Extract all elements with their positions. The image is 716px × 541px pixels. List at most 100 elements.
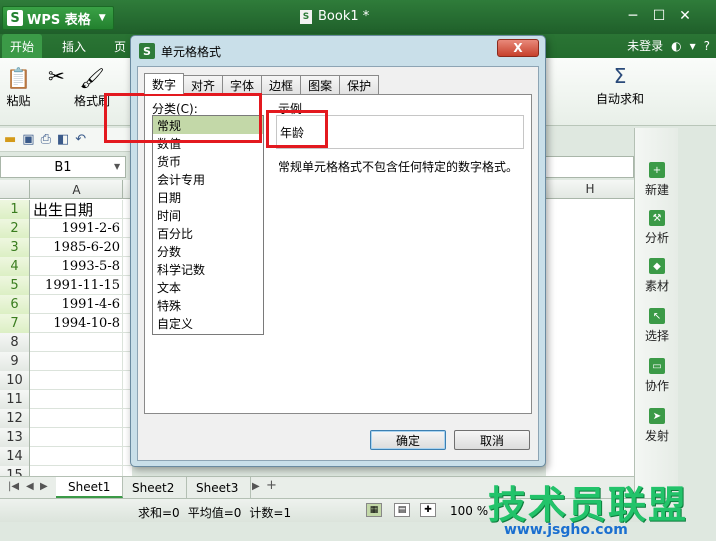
sheet-tab-1[interactable]: Sheet1	[56, 477, 124, 498]
page-break-icon[interactable]: ✚	[420, 503, 436, 517]
taskpane-select[interactable]: ↖ 选择	[635, 308, 679, 344]
tab-font[interactable]: 字体	[222, 75, 263, 94]
dialog-close-button[interactable]: X	[497, 39, 539, 57]
category-item[interactable]: 百分比	[153, 224, 263, 242]
taskpane-collab[interactable]: ▭ 协作	[635, 358, 679, 394]
category-list[interactable]: 常规 数值 货币 会计专用 日期 时间 百分比 分数 科学记数 文本 特殊 自定义	[152, 115, 264, 335]
folder-icon[interactable]: ▬	[4, 132, 16, 147]
row-number[interactable]: 11	[0, 390, 30, 409]
row-number[interactable]: 4	[0, 257, 30, 276]
table-cell[interactable]	[31, 447, 123, 466]
category-item[interactable]: 特殊	[153, 296, 263, 314]
tab-protection[interactable]: 保护	[339, 75, 380, 94]
row-number[interactable]: 9	[0, 352, 30, 371]
autosum-label: 自动求和	[596, 92, 645, 106]
category-item[interactable]: 会计专用	[153, 170, 263, 188]
row-number[interactable]: 13	[0, 428, 30, 447]
row-number[interactable]: 12	[0, 409, 30, 428]
skin-icon[interactable]: ◐	[671, 39, 681, 53]
sheet-tab-2[interactable]: Sheet2	[120, 477, 188, 498]
category-item[interactable]: 自定义	[153, 314, 263, 332]
table-cell[interactable]	[31, 352, 123, 371]
table-cell[interactable]: 1991-11-15	[31, 276, 123, 295]
column-a-header[interactable]: A	[31, 180, 123, 199]
cut-button[interactable]: ✂	[48, 62, 65, 90]
taskpane-material[interactable]: ◆ 素材	[635, 258, 679, 294]
table-cell[interactable]: 1994-10-8	[31, 314, 123, 333]
chevron-down-icon[interactable]: ▼	[114, 162, 120, 171]
menu-insert[interactable]: 插入	[54, 34, 94, 58]
scroll-right-icon[interactable]: ▶	[252, 481, 260, 492]
prev-sheet-icon[interactable]: ◀	[26, 481, 34, 492]
dropdown-icon[interactable]: ▾	[690, 39, 696, 53]
taskpane-select-label: 选择	[644, 329, 669, 343]
name-box[interactable]: B1	[0, 156, 126, 178]
table-cell[interactable]: 1993-5-8	[31, 257, 123, 276]
category-item[interactable]: 日期	[153, 188, 263, 206]
table-cell[interactable]: 1991-4-6	[31, 295, 123, 314]
spreadsheet-grid-right[interactable]	[546, 180, 634, 476]
login-link[interactable]: 未登录	[627, 37, 663, 54]
ok-button[interactable]: 确定	[370, 430, 446, 450]
minimize-icon[interactable]: ─	[620, 6, 646, 26]
maximize-icon[interactable]: ☐	[646, 6, 672, 26]
dialog-title-bar[interactable]: S 单元格格式	[131, 36, 545, 66]
preview-icon[interactable]: ◧	[57, 132, 69, 147]
table-row: 1 出生日期	[0, 200, 132, 219]
paste-button[interactable]: 📋 粘贴	[6, 64, 31, 109]
menu-start[interactable]: 开始	[2, 34, 43, 58]
print-icon[interactable]: ⎙	[41, 132, 51, 147]
category-item[interactable]: 文本	[153, 278, 263, 296]
table-cell[interactable]	[31, 390, 123, 409]
normal-view-icon[interactable]: ▦	[366, 503, 382, 517]
table-cell[interactable]: 出生日期	[31, 200, 123, 219]
formula-bar[interactable]	[540, 156, 634, 178]
app-menu-button[interactable]: S WPS 表格 ▼	[2, 6, 114, 30]
table-cell[interactable]	[31, 409, 123, 428]
help-icon[interactable]: ?	[704, 39, 710, 53]
row-number[interactable]: 5	[0, 276, 30, 295]
row-number[interactable]: 3	[0, 238, 30, 257]
column-header: A	[0, 180, 132, 199]
row-number[interactable]: 10	[0, 371, 30, 390]
add-sheet-button[interactable]: +	[266, 478, 277, 493]
column-h-header[interactable]: H	[546, 180, 634, 199]
page-layout-icon[interactable]: ▤	[394, 503, 410, 517]
table-cell[interactable]	[31, 428, 123, 447]
autosum-button[interactable]: Σ 自动求和	[596, 62, 644, 107]
table-cell[interactable]: 1985-6-20	[31, 238, 123, 257]
table-cell[interactable]	[31, 333, 123, 352]
category-item[interactable]: 分数	[153, 242, 263, 260]
table-cell[interactable]: 1991-2-6	[31, 219, 123, 238]
tab-border[interactable]: 边框	[261, 75, 302, 94]
tab-number[interactable]: 数字	[144, 73, 185, 94]
category-item[interactable]: 科学记数	[153, 260, 263, 278]
row-number[interactable]: 8	[0, 333, 30, 352]
close-icon[interactable]: ✕	[672, 6, 698, 26]
row-number[interactable]: 1	[0, 200, 30, 219]
row-number[interactable]: 14	[0, 447, 30, 466]
zoom-level[interactable]: 100 %	[450, 504, 488, 518]
table-cell[interactable]	[31, 371, 123, 390]
tab-alignment[interactable]: 对齐	[183, 75, 224, 94]
first-sheet-icon[interactable]: |◀	[8, 481, 19, 492]
undo-icon[interactable]: ↶	[75, 132, 86, 147]
taskpane-analyze[interactable]: ⚒ 分析	[635, 210, 679, 246]
next-sheet-icon[interactable]: ▶	[40, 481, 48, 492]
row-number[interactable]: 7	[0, 314, 30, 333]
cancel-button[interactable]: 取消	[454, 430, 530, 450]
category-item[interactable]: 货币	[153, 152, 263, 170]
table-row: 7 1994-10-8	[0, 314, 132, 333]
row-number[interactable]: 2	[0, 219, 30, 238]
chevron-down-icon: ▼	[98, 13, 106, 23]
sheet-tab-3[interactable]: Sheet3	[184, 477, 252, 498]
table-row: 10	[0, 371, 132, 390]
select-all-corner[interactable]	[0, 180, 30, 199]
save-icon[interactable]: ▣	[22, 132, 34, 147]
taskpane-new[interactable]: + 新建	[635, 162, 679, 198]
category-item[interactable]: 时间	[153, 206, 263, 224]
task-pane: + 新建 ⚒ 分析 ◆ 素材 ↖ 选择 ▭ 协作 ➤ 发射	[634, 128, 678, 498]
tab-pattern[interactable]: 图案	[300, 75, 341, 94]
row-number[interactable]: 6	[0, 295, 30, 314]
taskpane-send[interactable]: ➤ 发射	[635, 408, 679, 444]
